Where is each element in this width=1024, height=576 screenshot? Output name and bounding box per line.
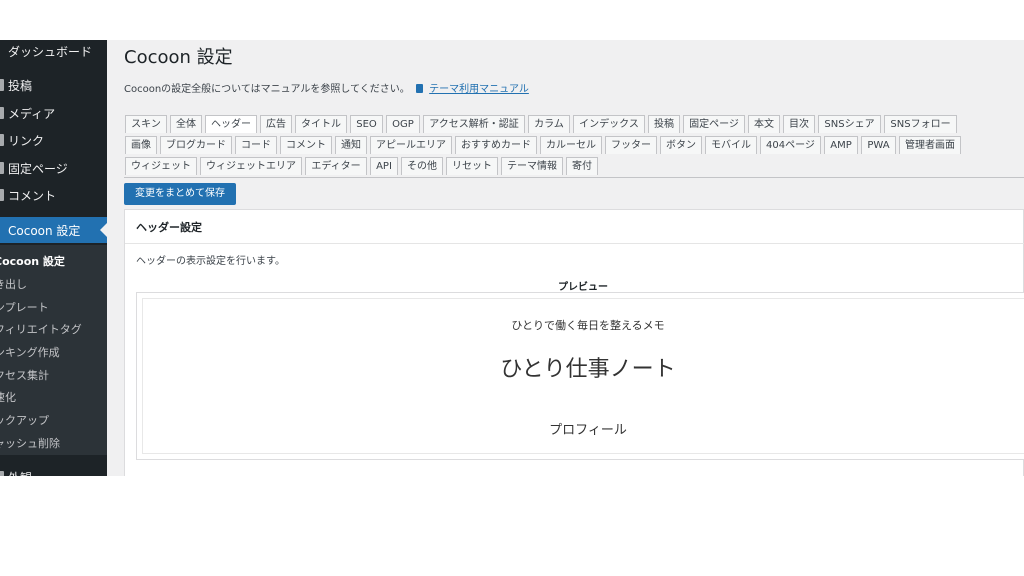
tab-api[interactable]: API bbox=[370, 157, 398, 175]
tab-analytics[interactable]: アクセス解析・認証 bbox=[423, 115, 525, 133]
comment-icon bbox=[0, 189, 4, 201]
cocoon-submenu: Cocoon 設定 き出し ンプレート フィリエイトタグ ンキング作成 クセス集… bbox=[0, 245, 107, 455]
menu-dashboard[interactable]: ダッシュボード bbox=[0, 40, 107, 62]
header-settings-panel: ヘッダー設定 ヘッダーの表示設定を行います。 プレビュー ひとりで働く毎日を整え… bbox=[124, 209, 1024, 476]
submenu-template[interactable]: ンプレート bbox=[0, 299, 107, 315]
tab-ads[interactable]: 広告 bbox=[260, 115, 292, 133]
tab-pwa[interactable]: PWA bbox=[861, 136, 896, 154]
submenu-affiliate-tag[interactable]: フィリエイトタグ bbox=[0, 321, 107, 337]
submenu-ranking[interactable]: ンキング作成 bbox=[0, 344, 107, 360]
tab-blogcard[interactable]: ブログカード bbox=[160, 136, 232, 154]
tab-donation[interactable]: 寄付 bbox=[566, 157, 598, 175]
tab-amp[interactable]: AMP bbox=[824, 136, 858, 154]
tab-editor[interactable]: エディター bbox=[305, 157, 367, 175]
menu-links[interactable]: リンク bbox=[0, 129, 107, 151]
menu-dashboard-label: ダッシュボード bbox=[8, 45, 93, 59]
save-all-button[interactable]: 変更をまとめて保存 bbox=[124, 183, 236, 205]
tab-buttons[interactable]: ボタン bbox=[660, 136, 702, 154]
tab-widget[interactable]: ウィジェット bbox=[125, 157, 197, 175]
page-title: Cocoon 設定 bbox=[124, 47, 233, 68]
tab-sns-follow[interactable]: SNSフォロー bbox=[884, 115, 957, 133]
menu-media-label: メディア bbox=[8, 107, 56, 121]
profile-nav-link[interactable]: プロフィール bbox=[143, 419, 1024, 438]
tab-404-page[interactable]: 404ページ bbox=[760, 136, 821, 154]
link-icon bbox=[0, 134, 4, 146]
tab-post[interactable]: 投稿 bbox=[648, 115, 680, 133]
tab-carousel[interactable]: カルーセル bbox=[540, 136, 602, 154]
admin-sidebar: ダッシュボード 投稿 メディア リンク 固定ページ コメント Cocoon 設定… bbox=[0, 40, 107, 476]
tab-theme-info[interactable]: テーマ情報 bbox=[501, 157, 563, 175]
current-menu-arrow bbox=[100, 223, 107, 237]
tab-toc[interactable]: 目次 bbox=[783, 115, 815, 133]
tab-sns-share[interactable]: SNSシェア bbox=[818, 115, 881, 133]
manual-link[interactable]: テーマ利用マニュアル bbox=[429, 84, 529, 95]
pin-icon bbox=[0, 79, 4, 91]
header-preview: ひとりで働く毎日を整えるメモ ひとり仕事ノート プロフィール bbox=[136, 292, 1024, 460]
tab-others[interactable]: その他 bbox=[401, 157, 443, 175]
menu-cocoon-settings[interactable]: Cocoon 設定 bbox=[0, 217, 107, 243]
submenu-cache-clear[interactable]: ャッシュ削除 bbox=[0, 435, 107, 451]
menu-appearance[interactable]: 外観 bbox=[0, 466, 107, 476]
tab-column[interactable]: カラム bbox=[528, 115, 570, 133]
tab-index[interactable]: インデックス bbox=[573, 115, 645, 133]
menu-comments-label: コメント bbox=[8, 189, 57, 203]
tab-reset[interactable]: リセット bbox=[446, 157, 498, 175]
tab-footer[interactable]: フッター bbox=[605, 136, 657, 154]
tab-widget-area[interactable]: ウィジェットエリア bbox=[200, 157, 302, 175]
intro-message: Cocoonの設定全般についてはマニュアルを参照してください。 bbox=[124, 84, 410, 95]
submenu-balloon[interactable]: き出し bbox=[0, 276, 107, 292]
tab-notice[interactable]: 通知 bbox=[335, 136, 367, 154]
site-name[interactable]: ひとり仕事ノート bbox=[143, 351, 1024, 383]
menu-posts-label: 投稿 bbox=[8, 79, 33, 93]
tab-header[interactable]: ヘッダー bbox=[205, 115, 257, 133]
book-icon bbox=[415, 84, 423, 93]
submenu-backup[interactable]: ックアップ bbox=[0, 412, 107, 428]
tab-recommended-cards[interactable]: おすすめカード bbox=[455, 136, 537, 154]
menu-pages[interactable]: 固定ページ bbox=[0, 157, 107, 179]
main-content: Cocoon 設定 Cocoonの設定全般についてはマニュアルを参照してください… bbox=[124, 40, 1024, 476]
tab-image[interactable]: 画像 bbox=[125, 136, 157, 154]
tab-appeal-area[interactable]: アピールエリア bbox=[370, 136, 452, 154]
tab-general[interactable]: 全体 bbox=[170, 115, 202, 133]
submenu-cocoon-settings[interactable]: Cocoon 設定 bbox=[0, 253, 107, 269]
wp-admin-screen: ダッシュボード 投稿 メディア リンク 固定ページ コメント Cocoon 設定… bbox=[0, 40, 1024, 476]
intro-text: Cocoonの設定全般についてはマニュアルを参照してください。 テーマ利用マニュ… bbox=[124, 80, 529, 95]
tab-comment[interactable]: コメント bbox=[280, 136, 332, 154]
site-tagline: ひとりで働く毎日を整えるメモ bbox=[511, 319, 665, 332]
tab-skin[interactable]: スキン bbox=[125, 115, 167, 133]
tab-code[interactable]: コード bbox=[235, 136, 277, 154]
panel-divider bbox=[125, 243, 1024, 244]
tab-title[interactable]: タイトル bbox=[295, 115, 347, 133]
tab-ogp[interactable]: OGP bbox=[386, 115, 420, 133]
menu-links-label: リンク bbox=[8, 134, 45, 148]
menu-comments[interactable]: コメント bbox=[0, 184, 107, 206]
submenu-access-stats[interactable]: クセス集計 bbox=[0, 367, 107, 383]
tab-divider bbox=[124, 177, 1024, 178]
preview-label: プレビュー bbox=[558, 282, 608, 293]
page-icon bbox=[0, 162, 4, 174]
menu-pages-label: 固定ページ bbox=[8, 162, 68, 176]
tab-content[interactable]: 本文 bbox=[748, 115, 780, 133]
menu-cocoon-settings-label: Cocoon 設定 bbox=[8, 224, 81, 238]
media-icon bbox=[0, 107, 4, 119]
preview-frame: ひとりで働く毎日を整えるメモ ひとり仕事ノート プロフィール bbox=[142, 298, 1024, 454]
menu-posts[interactable]: 投稿 bbox=[0, 74, 107, 96]
tab-page[interactable]: 固定ページ bbox=[683, 115, 745, 133]
panel-title: ヘッダー設定 bbox=[136, 221, 202, 234]
submenu-speedup[interactable]: 速化 bbox=[0, 389, 107, 405]
menu-media[interactable]: メディア bbox=[0, 102, 107, 124]
tab-mobile[interactable]: モバイル bbox=[705, 136, 757, 154]
appearance-icon bbox=[0, 471, 4, 476]
menu-appearance-label: 外観 bbox=[8, 469, 32, 476]
panel-description: ヘッダーの表示設定を行います。 bbox=[136, 256, 285, 267]
tab-admin[interactable]: 管理者画面 bbox=[899, 136, 961, 154]
tab-seo[interactable]: SEO bbox=[350, 115, 383, 133]
